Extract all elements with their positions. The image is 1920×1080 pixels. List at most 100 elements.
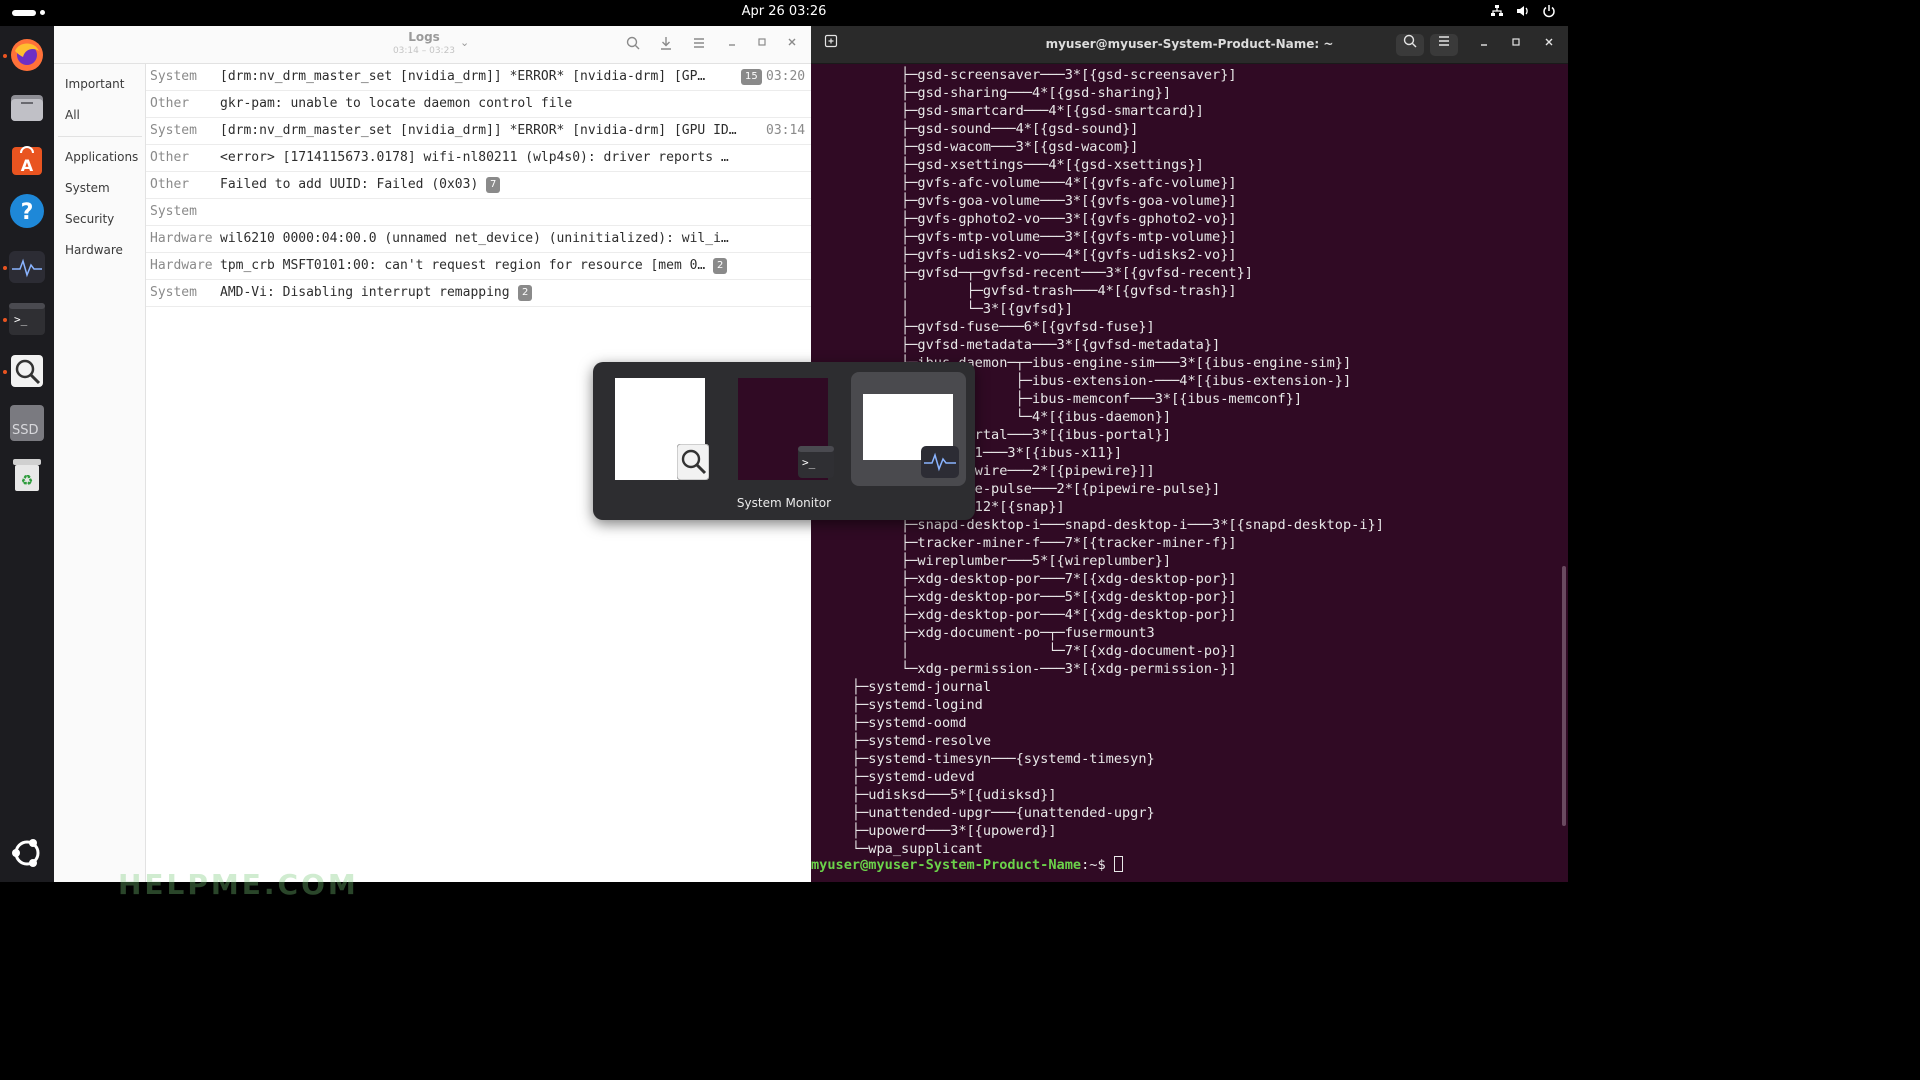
system-monitor-icon <box>921 446 959 478</box>
help-launcher[interactable]: ? <box>8 192 46 230</box>
log-row[interactable]: System [drm:nv_drm_master_set [nvidia_drm… <box>146 64 811 91</box>
log-message: <error> [1714115673.0178] wifi-nl80211 (… <box>220 150 729 165</box>
log-row[interactable]: Hardware wil6210 0000:04:00.0 (unnamed ne… <box>146 226 811 253</box>
category-divider <box>58 136 142 137</box>
log-row[interactable]: System <box>146 199 811 226</box>
terminal-line: ├─gvfsd-fuse───6*[{gvfsd-fuse}] <box>811 319 1155 335</box>
log-row[interactable]: Hardware tpm_crb MSFT0101:00: can't reque… <box>146 253 811 280</box>
firefox-launcher[interactable] <box>8 36 46 74</box>
terminal-line: ├─gvfs-udisks2-vo───4*[{gvfs-udisks2-vo}… <box>811 247 1237 263</box>
workspace-indicator <box>40 10 45 15</box>
ssd-drive-launcher[interactable]: SSD <box>8 404 46 442</box>
category-security[interactable]: Security <box>65 212 114 226</box>
chevron-down-icon[interactable]: ⌄ <box>460 36 469 49</box>
log-message: Failed to add UUID: Failed (0x03) <box>220 177 479 192</box>
clock[interactable]: Apr 26 03:26 <box>0 4 1568 19</box>
log-message: [drm:nv_drm_master_set [nvidia_drm]] *ER… <box>220 69 706 84</box>
switcher-item-terminal[interactable]: >_ <box>726 372 841 486</box>
terminal-line: ├─tracker-miner-f───7*[{tracker-miner-f}… <box>811 535 1237 551</box>
prompt-suffix: :~$ <box>1081 857 1114 873</box>
app-center-launcher[interactable]: A <box>8 140 46 178</box>
log-row[interactable]: Other <error> [1714115673.0178] wifi-nl80… <box>146 145 811 172</box>
trash-launcher[interactable]: ♻ <box>8 456 46 494</box>
terminal-line: ├─systemd-logind <box>811 697 983 713</box>
terminal-menu-button[interactable] <box>1430 34 1458 56</box>
system-monitor-icon <box>9 251 45 283</box>
category-system[interactable]: System <box>65 181 110 195</box>
log-row[interactable]: Other Failed to add UUID: Failed (0x03) 7 <box>146 172 811 199</box>
new-tab-button[interactable] <box>817 34 845 56</box>
prompt-user-host: myuser@myuser-System-Product-Name <box>811 857 1082 873</box>
terminal-line: ├─xdg-desktop-por───4*[{xdg-desktop-por}… <box>811 607 1237 623</box>
running-indicator <box>3 54 7 58</box>
terminal-line: ├─upowerd───3*[{upowerd}] <box>811 823 1057 839</box>
logs-title: Logs <box>408 30 440 44</box>
terminal-line: ├─gvfsd-metadata───3*[{gvfsd-metadata}] <box>811 337 1221 353</box>
log-row[interactable]: System AMD-Vi: Disabling interrupt remapp… <box>146 280 811 307</box>
app-center-icon: A <box>12 146 42 175</box>
terminal-maximize-button[interactable] <box>1502 34 1530 56</box>
svg-text:>_: >_ <box>802 456 816 469</box>
show-apps-button[interactable] <box>8 834 46 872</box>
new-tab-icon <box>824 34 838 48</box>
terminal-line: ├─systemd-oomd <box>811 715 967 731</box>
log-message: gkr-pam: unable to locate daemon control… <box>220 96 573 111</box>
log-timestamp: 03:20 <box>766 69 806 84</box>
system-monitor-launcher[interactable] <box>8 248 46 286</box>
power-icon[interactable] <box>1542 4 1556 18</box>
terminal-line: ├─udisksd───5*[{udisksd}] <box>811 787 1057 803</box>
logs-headerbar[interactable]: Logs 03:14 – 03:23 ⌄ <box>54 26 811 64</box>
category-hardware[interactable]: Hardware <box>65 243 123 257</box>
hamburger-icon <box>1439 36 1449 46</box>
top-bar: Apr 26 03:26 <box>0 0 1568 26</box>
terminal-headerbar[interactable]: myuser@myuser-System-Product-Name: ~ <box>811 26 1568 64</box>
menu-button[interactable] <box>690 36 708 54</box>
terminal-line: ├─gvfs-mtp-volume───3*[{gvfs-mtp-volume}… <box>811 229 1237 245</box>
terminal-line: │ └─3*[{gvfsd}] <box>811 301 1073 317</box>
volume-icon[interactable] <box>1516 4 1530 18</box>
ssd-drive-icon: SSD <box>10 405 44 441</box>
terminal-launcher[interactable]: >_ <box>8 300 46 338</box>
maximize-icon <box>758 38 766 46</box>
terminal-search-button[interactable] <box>1396 34 1424 56</box>
log-message: tpm_crb MSFT0101:00: can't request regio… <box>220 258 706 273</box>
search-icon <box>626 36 640 50</box>
export-button[interactable] <box>657 36 675 54</box>
terminal-line: ├─gsd-sound───4*[{gsd-sound}] <box>811 121 1139 137</box>
svg-text:A: A <box>21 156 34 175</box>
log-category: Other <box>150 96 190 111</box>
switcher-item-system-monitor[interactable] <box>851 372 966 486</box>
log-count-badge: 7 <box>486 177 501 193</box>
minimize-button[interactable] <box>723 36 741 54</box>
system-tray[interactable] <box>1490 4 1556 18</box>
running-indicator <box>3 370 7 374</box>
terminal-line: │ ├─gvfsd-trash───4*[{gvfsd-trash}] <box>811 283 1237 299</box>
category-applications[interactable]: Applications <box>65 150 138 164</box>
category-all[interactable]: All <box>65 108 80 122</box>
switcher-item-logs[interactable] <box>603 372 718 486</box>
close-icon <box>1545 38 1553 46</box>
log-category: System <box>150 123 197 138</box>
log-category: Hardware <box>150 258 213 273</box>
dock: A ? >_ SSD ♻ <box>0 26 54 882</box>
download-icon <box>661 37 671 50</box>
log-row[interactable]: System [drm:nv_drm_master_set [nvidia_drm… <box>146 118 811 145</box>
search-button[interactable] <box>624 36 642 54</box>
activities-button[interactable] <box>12 10 36 16</box>
svg-text:>_: >_ <box>14 313 28 326</box>
maximize-button[interactable] <box>753 36 771 54</box>
terminal-minimize-button[interactable] <box>1470 34 1498 56</box>
log-timestamp: 03:14 <box>766 123 806 138</box>
network-icon[interactable] <box>1490 4 1504 18</box>
terminal-close-button[interactable] <box>1535 34 1563 56</box>
files-launcher[interactable] <box>8 88 46 126</box>
terminal-scrollbar[interactable] <box>1562 566 1566 826</box>
category-important[interactable]: Important <box>65 77 125 91</box>
close-button[interactable] <box>783 36 801 54</box>
minimize-icon <box>729 44 735 46</box>
minimize-icon <box>1481 44 1487 46</box>
log-category: System <box>150 69 197 84</box>
ubuntu-logo-icon <box>12 839 40 867</box>
log-row[interactable]: Other gkr-pam: unable to locate daemon co… <box>146 91 811 118</box>
logs-launcher[interactable] <box>8 352 46 390</box>
